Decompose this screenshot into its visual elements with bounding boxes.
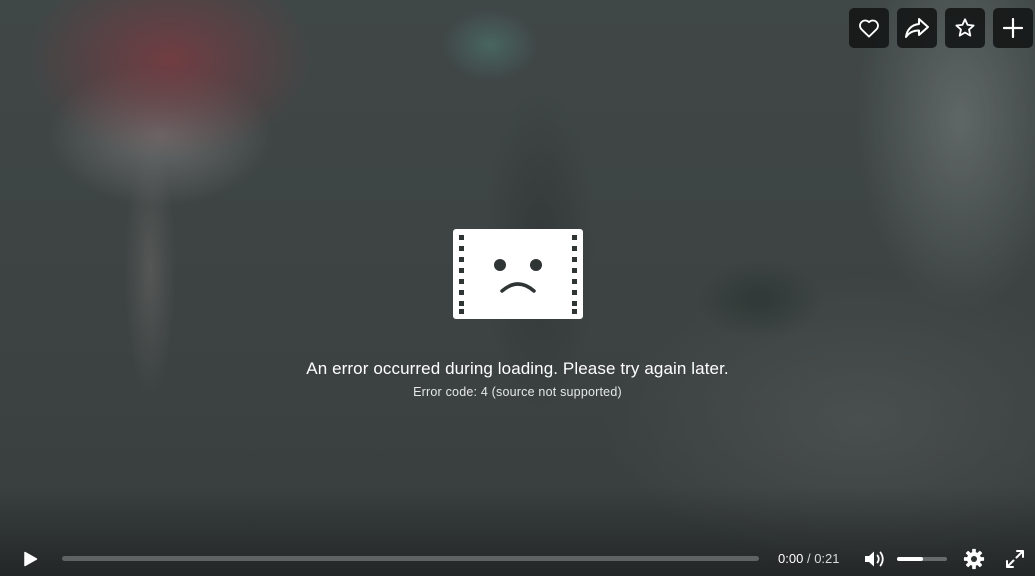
progress-bar[interactable] <box>62 556 759 561</box>
duration: 0:21 <box>814 551 840 566</box>
action-buttons <box>849 8 1033 48</box>
share-arrow-icon <box>905 18 929 38</box>
volume-level <box>897 557 923 561</box>
play-button[interactable] <box>20 549 42 569</box>
plus-icon <box>1003 18 1023 38</box>
error-panel: An error occurred during loading. Please… <box>0 229 1035 400</box>
gear-icon <box>963 548 985 570</box>
fullscreen-button[interactable] <box>1005 549 1025 569</box>
video-player[interactable]: An error occurred during loading. Please… <box>0 0 1035 576</box>
fullscreen-icon <box>1006 550 1024 568</box>
volume-icon <box>865 551 884 567</box>
play-icon <box>24 551 38 567</box>
star-icon <box>955 18 975 37</box>
current-time: 0:00 <box>778 551 804 566</box>
volume-slider[interactable] <box>897 557 947 561</box>
time-separator: / <box>806 551 811 566</box>
control-bar: 0:00 / 0:21 <box>0 542 1035 576</box>
error-code: Error code: 4 (source not supported) <box>413 385 622 399</box>
like-button[interactable] <box>849 8 889 48</box>
heart-icon <box>859 19 879 38</box>
share-button[interactable] <box>897 8 937 48</box>
sad-film-icon <box>452 229 583 319</box>
mute-button[interactable] <box>863 549 887 569</box>
add-to-collection-button[interactable] <box>993 8 1033 48</box>
time-display: 0:00 / 0:21 <box>778 550 840 568</box>
error-message: An error occurred during loading. Please… <box>306 359 729 378</box>
settings-button[interactable] <box>963 548 985 570</box>
watch-later-button[interactable] <box>945 8 985 48</box>
